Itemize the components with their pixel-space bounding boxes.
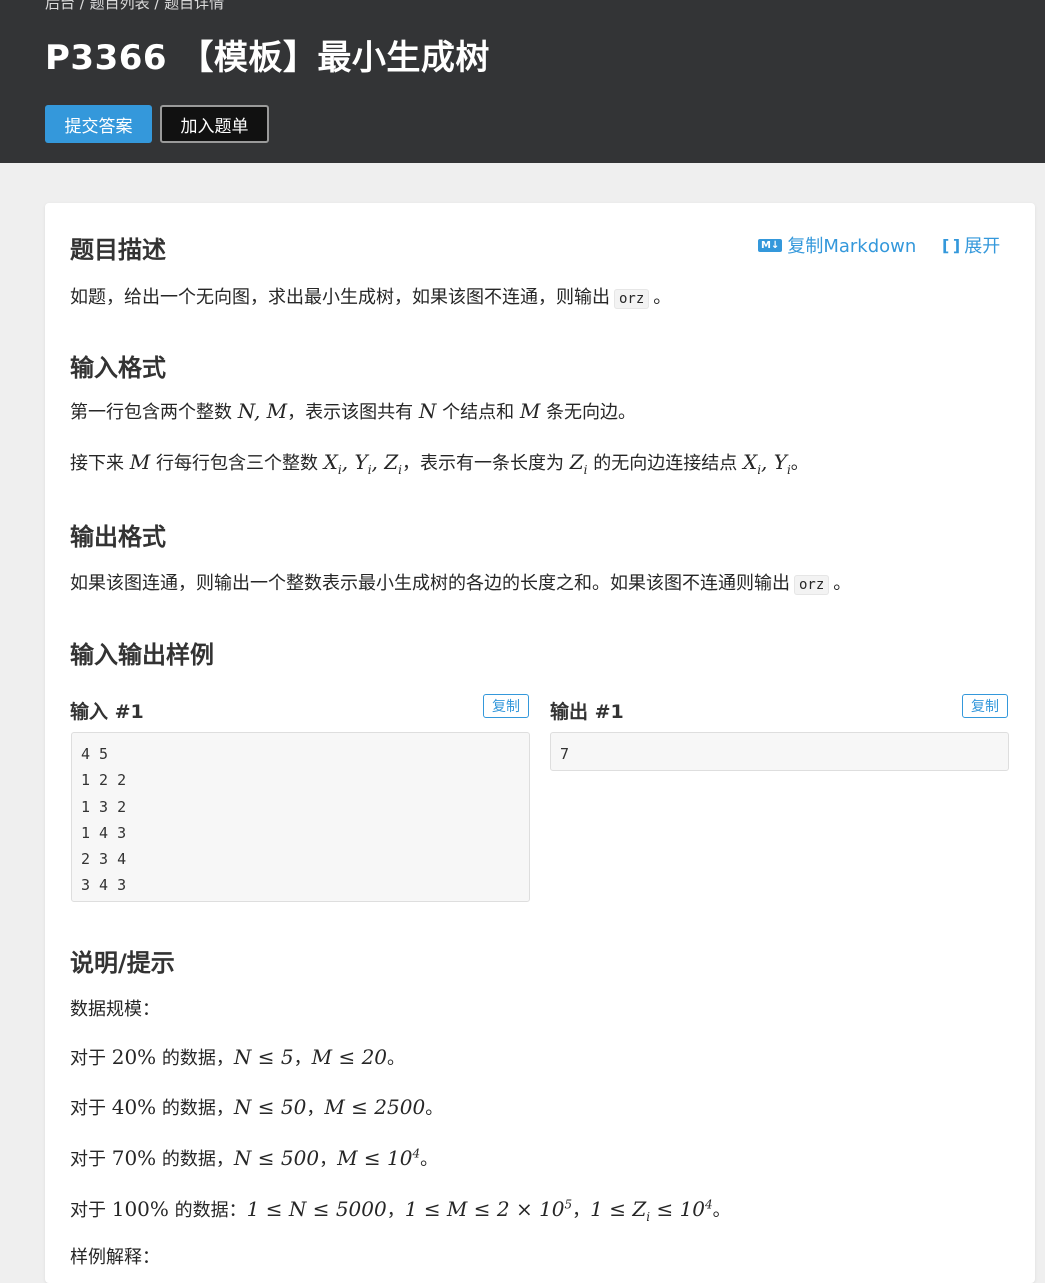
- hint-row-2: 对于 40% 的数据，N ≤ 50，M ≤ 2500。: [70, 1095, 444, 1119]
- output-format-text: 如果该图连通，则输出一个整数表示最小生成树的各边的长度之和。如果该图不连通则输出…: [70, 573, 852, 595]
- copy-markdown-link[interactable]: M↓ 复制Markdown: [758, 232, 916, 258]
- sample-explanation-label: 样例解释：: [70, 1247, 160, 1268]
- hint-row-3: 对于 70% 的数据，N ≤ 500，M ≤ 104。: [70, 1146, 439, 1170]
- markdown-icon: M↓: [758, 238, 783, 252]
- expand-icon: [ ]: [942, 235, 960, 255]
- input-format-heading: 输入格式: [70, 354, 166, 382]
- copy-input-button[interactable]: 复制: [483, 694, 529, 718]
- description-heading: 题目描述: [70, 236, 166, 264]
- sample-input-label: 输入 #1: [70, 701, 144, 723]
- input-format-line-2: 接下来 M 行每行包含三个整数 Xi, Yi, Zi，表示有一条长度为 Zi 的…: [70, 450, 809, 477]
- description-text: 如题，给出一个无向图，求出最小生成树，如果该图不连通，则输出 orz。: [70, 283, 671, 309]
- copy-markdown-label: 复制Markdown: [787, 236, 917, 257]
- samples-heading: 输入输出样例: [70, 641, 214, 669]
- expand-label: 展开: [964, 236, 1001, 257]
- description-end: 。: [653, 287, 672, 308]
- problem-card: 题目描述 M↓ 复制Markdown [ ] 展开 如题，给出一个无向图，求出最…: [45, 203, 1035, 1283]
- hint-heading: 说明/提示: [70, 949, 175, 977]
- expand-link[interactable]: [ ] 展开: [942, 232, 1000, 258]
- description-sentence: 如题，给出一个无向图，求出最小生成树，如果该图不连通，则输出: [70, 287, 610, 308]
- copy-output-button[interactable]: 复制: [962, 694, 1008, 718]
- output-format-heading: 输出格式: [70, 523, 166, 551]
- sample-output-block[interactable]: 7: [550, 732, 1009, 771]
- input-format-line-1: 第一行包含两个整数 N, M，表示该图共有 N 个结点和 M 条无向边。: [70, 399, 637, 423]
- hint-row-1: 对于 20% 的数据，N ≤ 5，M ≤ 20。: [70, 1045, 406, 1069]
- sample-output-label: 输出 #1: [550, 701, 624, 723]
- inline-code: orz: [794, 575, 830, 595]
- breadcrumb[interactable]: 后台 / 题目列表 / 题目详情: [45, 0, 224, 13]
- sample-input-block[interactable]: 4 5 1 2 2 1 3 2 1 4 3 2 3 4 3 4 3: [71, 732, 530, 902]
- inline-code: orz: [614, 289, 650, 309]
- add-to-list-button[interactable]: 加入题单: [160, 105, 269, 143]
- page-header: 后台 / 题目列表 / 题目详情 P3366 【模板】最小生成树 提交答案 加入…: [0, 0, 1045, 163]
- hint-scale: 数据规模：: [70, 999, 160, 1020]
- hint-row-4: 对于 100% 的数据：1 ≤ N ≤ 5000，1 ≤ M ≤ 2 × 105…: [70, 1197, 731, 1224]
- submit-answer-button[interactable]: 提交答案: [45, 105, 152, 143]
- page-title: P3366 【模板】最小生成树: [45, 38, 490, 78]
